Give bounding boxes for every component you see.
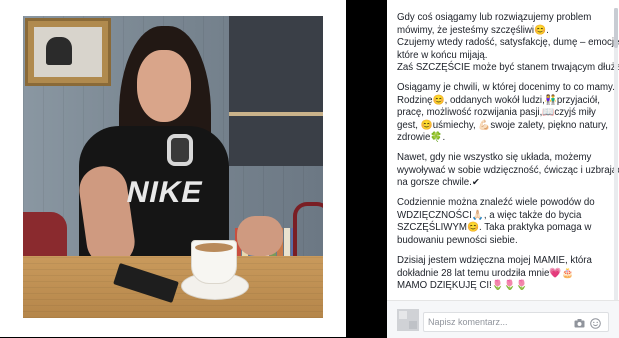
- caption-paragraph: Gdy coś osiągamy lub rozwiązujemy proble…: [397, 12, 619, 75]
- caption-line: Dzisiaj jestem wdzięczna mojej MAMIE, kt…: [397, 255, 592, 266]
- caption-scrollbar[interactable]: [614, 8, 618, 308]
- caption-line: gest, 😊uśmiechy, 💪🏻swoje zalety, piękno …: [397, 119, 608, 131]
- caption-line: które w końcu mijają.: [397, 49, 488, 61]
- post-photo[interactable]: NIKE: [23, 16, 323, 318]
- caption-line: MAMO DZIĘKUJĘ CI!🌷🌷🌷: [397, 280, 528, 292]
- caption-paragraph: Codziennie można znaleźć wiele powodów d…: [397, 197, 602, 247]
- avatar: [397, 309, 419, 331]
- camera-icon[interactable]: [574, 316, 585, 328]
- photo-wall-picture: [25, 18, 111, 86]
- caption-line: WDZIĘCZNOŚCI🙏🏻, a więc także do bycia: [397, 209, 582, 221]
- caption-line: na gorsze chwile.✔: [397, 177, 480, 189]
- caption-line: Codziennie można znaleźć wiele powodów d…: [397, 197, 595, 208]
- photo-person-hand: [237, 216, 283, 256]
- caption-line: SZCZĘŚLIWYM😊. Taka praktyka pomaga w: [397, 222, 592, 234]
- caption-line: Osiągamy je chwili, w której docenimy to…: [397, 82, 615, 93]
- photo-bookshelf: [229, 16, 323, 166]
- comment-box[interactable]: [423, 312, 609, 332]
- caption-line: pracę, możliwość rozwijania pasji,📖czyjś…: [397, 107, 596, 119]
- comment-input[interactable]: [428, 315, 568, 329]
- post-caption: Gdy coś osiągamy lub rozwiązujemy proble…: [387, 10, 619, 300]
- caption-paragraph: Dzisiaj jestem wdzięczna mojej MAMIE, kt…: [397, 255, 602, 293]
- caption-paragraph: Osiągamy je chwili, w której docenimy to…: [397, 82, 615, 145]
- comment-composer: [387, 300, 619, 338]
- scrollbar-thumb[interactable]: [614, 8, 618, 48]
- photo-shirt-logo: NIKE: [123, 176, 207, 209]
- post-sidebar: Gdy coś osiągamy lub rozwiązujemy proble…: [387, 0, 619, 338]
- caption-line: zdrowie🍀.: [397, 132, 446, 144]
- caption-line: Rodzinę😊, oddanych wokół ludzi,👫przyjaci…: [397, 94, 600, 106]
- photo-coffee-cup: [191, 240, 237, 284]
- caption-line: Nawet, gdy nie wszystko się układa, może…: [397, 152, 592, 163]
- caption-line: Gdy coś osiągamy lub rozwiązujemy proble…: [397, 12, 592, 23]
- caption-line: Czujemy wtedy radość, satysfakcję, dumę …: [397, 37, 619, 49]
- caption-line: dokładnie 28 lat temu urodziła mnie💗🎂: [397, 267, 574, 279]
- caption-line: budowaniu pewności siebie.: [397, 234, 518, 246]
- caption-paragraph: Nawet, gdy nie wszystko się układa, może…: [397, 152, 619, 190]
- emoji-icon[interactable]: [590, 316, 601, 329]
- photo-panel: NIKE: [0, 0, 346, 337]
- caption-line: mówimy, że jesteśmy szczęśliwi😊.: [397, 24, 549, 36]
- caption-line: wywoływać w sobie wdzięczność, ćwicząc i…: [397, 164, 619, 176]
- photo-person-face: [137, 50, 191, 122]
- caption-line: Zaś SZCZĘŚCIE może być stanem trwającym …: [397, 62, 619, 74]
- photo-shelf-board: [229, 112, 323, 116]
- photo-headphones: [167, 134, 193, 166]
